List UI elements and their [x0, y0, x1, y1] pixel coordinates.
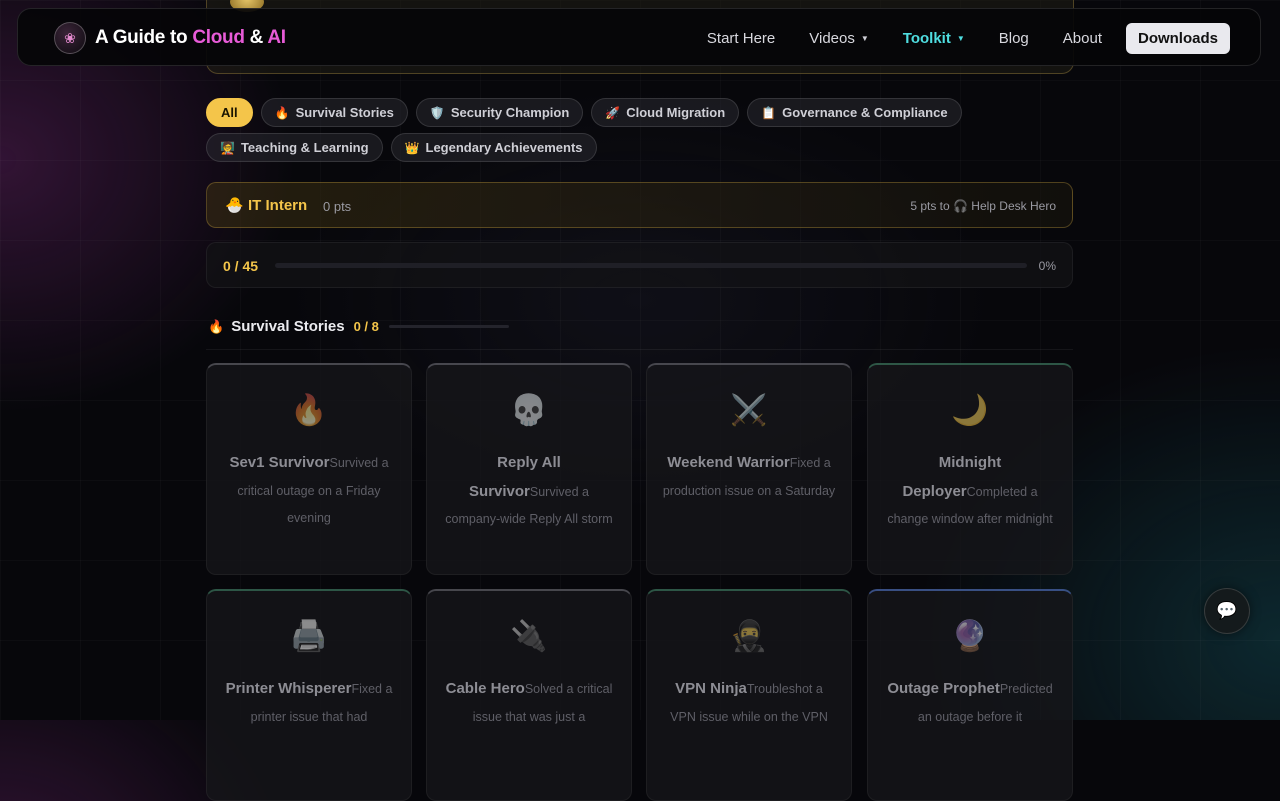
filter-legendary-achievements[interactable]: 👑 Legendary Achievements [390, 133, 597, 162]
ninja-icon: 🥷 [730, 620, 768, 653]
filter-label: Security Champion [450, 105, 570, 120]
filter-label: Legendary Achievements [425, 140, 583, 155]
category-filters: All 🔥 Survival Stories 🛡️ Security Champio… [206, 98, 966, 168]
nav-blog[interactable]: Blog [999, 30, 1029, 47]
chat-bubble-icon: 💬 [1216, 601, 1238, 620]
current-rank-panel: 🐣 IT Intern 0 pts 5 pts to 🎧 Help Desk H… [206, 182, 1073, 228]
section-title: Survival Stories [231, 318, 345, 335]
filter-cloud-migration[interactable]: 🚀 Cloud Migration [591, 98, 740, 127]
skull-icon: 💀 [510, 394, 548, 427]
filter-all[interactable]: All [206, 98, 253, 127]
nav-start-here[interactable]: Start Here [707, 30, 775, 47]
printer-icon: 🖨️ [290, 620, 328, 653]
fire-icon: 🔥 [290, 394, 328, 427]
shield-icon: 🛡️ [429, 105, 445, 120]
navbar: ❀ A Guide to Cloud & AI Start Here Video… [17, 8, 1261, 66]
caret-down-icon: ▼ [860, 33, 869, 43]
brand-cloud: Cloud [192, 27, 245, 48]
caret-down-icon: ▼ [956, 33, 965, 43]
section-count: 0 / 8 [353, 319, 379, 334]
achievement-card[interactable]: 💀 Reply All SurvivorSurvived a company-w… [426, 363, 632, 575]
achievement-card[interactable]: 🥷 VPN NinjaTroubleshot a VPN issue while… [646, 589, 852, 801]
rocket-icon: 🚀 [605, 105, 621, 120]
fire-icon: 🔥 [208, 318, 225, 334]
section-header: 🔥 Survival Stories 0 / 8 [208, 318, 509, 335]
filter-label: Cloud Migration [626, 105, 726, 120]
lotus-logo-icon[interactable]: ❀ [54, 22, 86, 54]
filter-governance-compliance[interactable]: 📋 Governance & Compliance [747, 98, 962, 127]
achievement-card[interactable]: 🔮 Outage ProphetPredicted an outage befo… [867, 589, 1073, 801]
achievement-card[interactable]: ⚔️ Weekend WarriorFixed a production iss… [646, 363, 852, 575]
filter-row: 🧑‍🏫 Teaching & Learning 👑 Legendary Achiev… [206, 133, 966, 162]
nav-videos[interactable]: Videos ▼ [809, 30, 869, 47]
crown-icon: 👑 [404, 140, 420, 155]
chat-button[interactable]: 💬 [1204, 588, 1250, 634]
progress-count: 0 / 45 [223, 258, 259, 274]
achievement-card[interactable]: 🌙 Midnight DeployerCompleted a change wi… [867, 363, 1073, 575]
achievement-card[interactable]: 🔌 Cable HeroSolved a critical issue that… [426, 589, 632, 801]
progress-track [275, 263, 1027, 268]
plug-icon: 🔌 [510, 620, 548, 653]
filter-row: All 🔥 Survival Stories 🛡️ Security Champio… [206, 98, 966, 127]
crystal-ball-icon: 🔮 [951, 620, 989, 653]
brand-ai: AI [267, 27, 286, 48]
downloads-button[interactable]: Downloads [1125, 22, 1230, 54]
nav-toolkit[interactable]: Toolkit ▼ [903, 30, 965, 47]
rank-points: 0 pts [323, 199, 352, 214]
nav-about[interactable]: About [1063, 30, 1102, 47]
achievement-name: Cable Hero [445, 680, 525, 697]
progress-percent: 0% [1038, 259, 1056, 273]
nav-toolkit-label: Toolkit [902, 29, 951, 47]
clipboard-icon: 📋 [761, 105, 777, 120]
divider [206, 349, 1073, 350]
achievement-name: Sev1 Survivor [229, 454, 330, 471]
filter-label: Teaching & Learning [240, 140, 369, 155]
achievement-name: Weekend Warrior [667, 454, 790, 471]
crescent-moon-icon: 🌙 [951, 394, 989, 427]
filter-teaching-learning[interactable]: 🧑‍🏫 Teaching & Learning [206, 133, 383, 162]
filter-label: Survival Stories [295, 105, 394, 120]
site-title[interactable]: A Guide to Cloud & AI [95, 27, 286, 49]
hatching-chick-icon: 🐣 [225, 197, 244, 214]
teacher-icon: 🧑‍🏫 [220, 140, 235, 155]
achievement-name: Printer Whisperer [225, 680, 352, 697]
achievement-name: VPN Ninja [675, 680, 747, 697]
rank-title: IT Intern [248, 197, 308, 214]
section-progress-track [388, 325, 509, 328]
nav-links: Start Here Videos ▼ Toolkit ▼ Blog About D… [673, 22, 1230, 54]
filter-survival-stories[interactable]: 🔥 Survival Stories [260, 98, 408, 127]
crossed-swords-icon: ⚔️ [730, 394, 768, 427]
filter-label: Governance & Compliance [782, 105, 948, 120]
achievement-card[interactable]: 🔥 Sev1 SurvivorSurvived a critical outag… [206, 363, 412, 575]
brand-prefix: A Guide to [95, 27, 188, 48]
next-rank-hint: 5 pts to 🎧 Help Desk Hero [910, 199, 1056, 213]
fire-icon: 🔥 [274, 105, 290, 120]
overall-progress: 0 / 45 0% [206, 242, 1073, 288]
achievement-card[interactable]: 🖨️ Printer WhispererFixed a printer issu… [206, 589, 412, 801]
brand-amp: & [249, 27, 264, 48]
filter-security-champion[interactable]: 🛡️ Security Champion [415, 98, 584, 127]
filter-label: All [221, 105, 238, 120]
achievement-name: Outage Prophet [887, 680, 1000, 697]
nav-videos-label: Videos [809, 29, 855, 47]
